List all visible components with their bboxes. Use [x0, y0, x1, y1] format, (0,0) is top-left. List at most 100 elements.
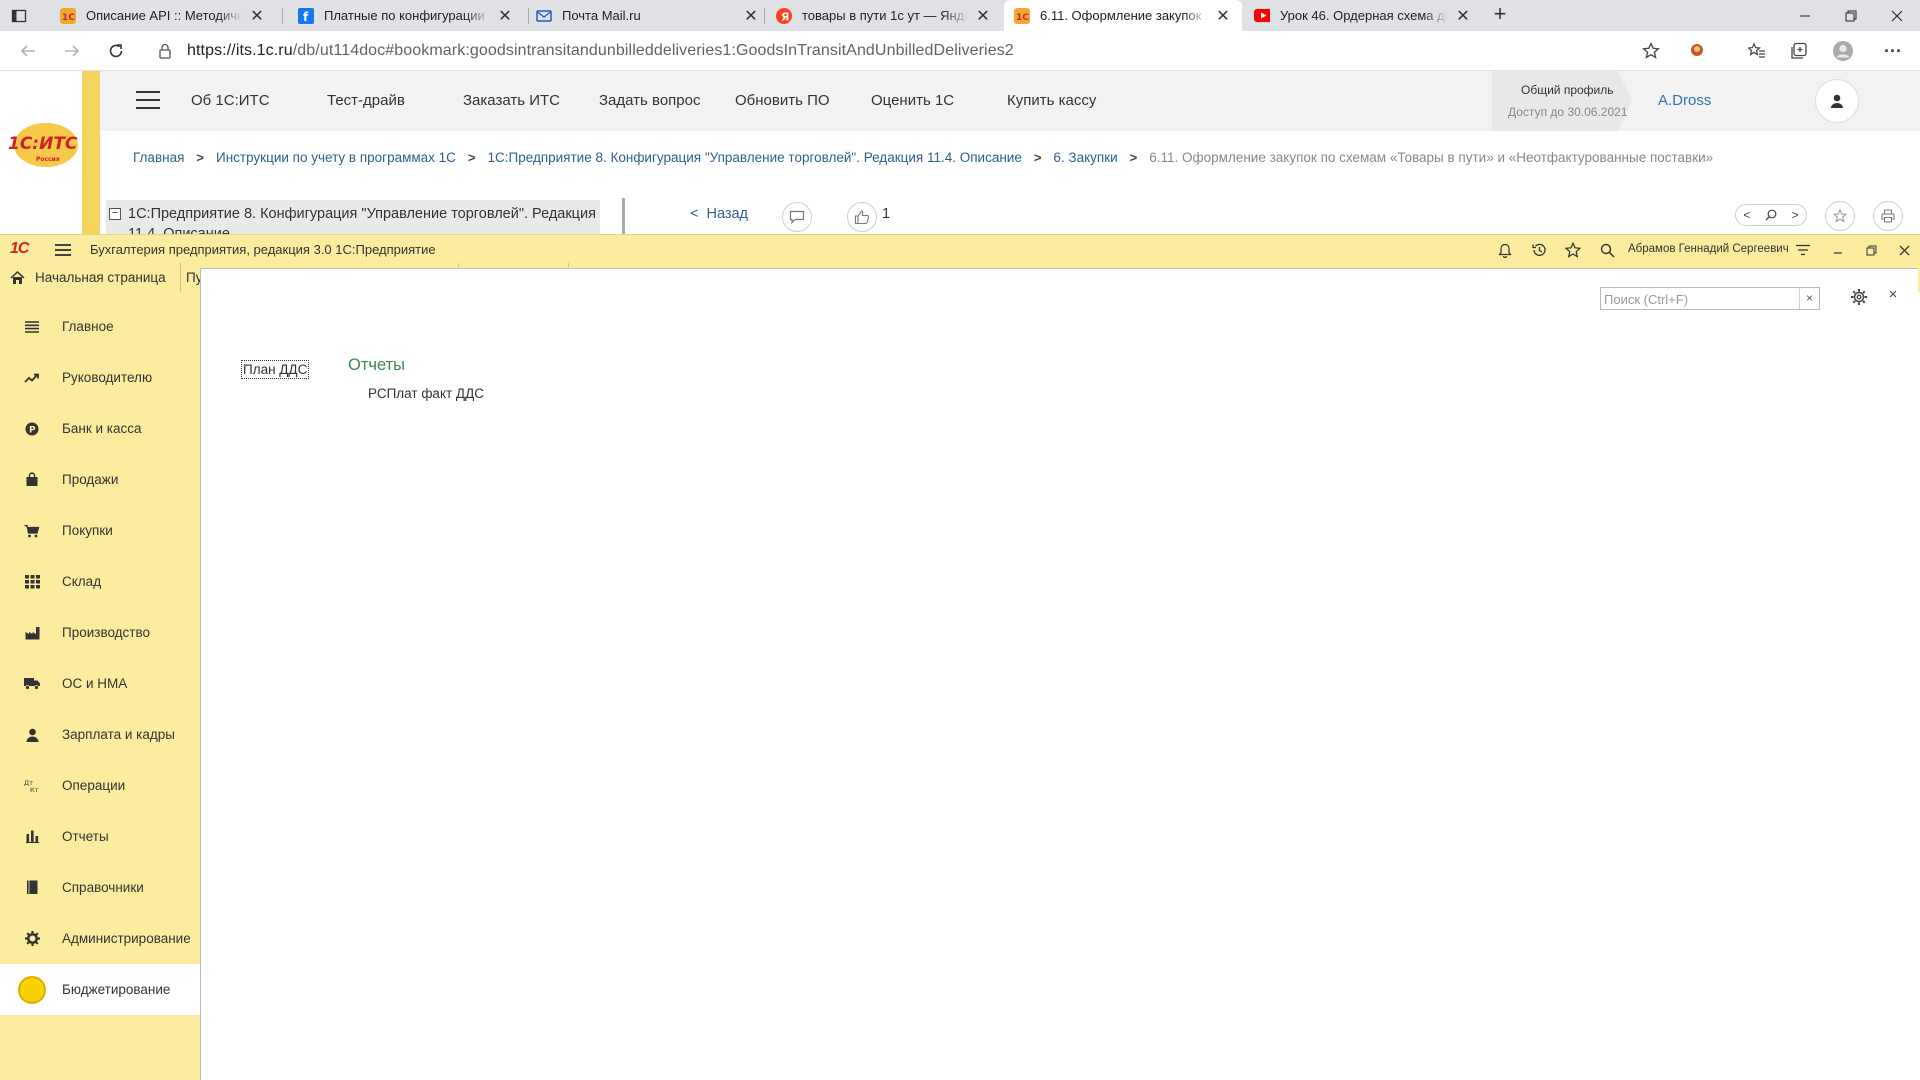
tab-separator — [764, 8, 765, 24]
breadcrumb-item[interactable]: Инструкции по учету в программах 1С — [216, 150, 456, 165]
its-yellow-strip — [82, 71, 100, 234]
close-icon[interactable]: ✕ — [1454, 6, 1472, 26]
close-icon[interactable]: ✕ — [742, 6, 760, 26]
chevron-right-icon[interactable]: > — [1792, 208, 1799, 222]
favorites-icon[interactable] — [1746, 40, 1768, 62]
close-form-icon[interactable]: × — [1884, 286, 1902, 306]
history-icon[interactable] — [1529, 240, 1549, 260]
sun-icon — [18, 975, 46, 1004]
its-menu-about[interactable]: Об 1С:ИТС — [191, 92, 270, 109]
profile-avatar-icon[interactable] — [1832, 40, 1854, 62]
restore-window-icon[interactable] — [1828, 0, 1874, 31]
browser-tab[interactable]: Почта Mail.ru ✕ — [526, 0, 770, 31]
section-bank-cash[interactable]: Р Банк и касса — [0, 403, 200, 454]
browser-tab-active[interactable]: 1С 6.11. Оформление закупок по с ✕ — [1004, 0, 1242, 31]
browser-tab[interactable]: Урок 46. Ордерная схема доку ✕ — [1244, 0, 1482, 31]
section-fixed-assets[interactable]: ОС и НМА — [0, 658, 200, 709]
main-menu-icon[interactable] — [55, 244, 71, 256]
1c-logo[interactable]: 1С — [10, 240, 29, 258]
browser-tab[interactable]: f Платные по конфигурации 1С:Б ✕ — [288, 0, 524, 31]
browser-tab[interactable]: 1С Описание API :: Методическая ✕ — [50, 0, 276, 31]
user-avatar-icon[interactable] — [1815, 79, 1859, 123]
section-directories[interactable]: Справочники — [0, 862, 200, 913]
url-text[interactable]: https://its.1c.ru/db/ut114doc#bookmark:g… — [187, 42, 1014, 60]
section-salary-hr[interactable]: Зарплата и кадры — [0, 709, 200, 760]
extension-icon[interactable] — [1686, 40, 1708, 62]
browser-tab[interactable]: Я товары в пути 1с ут — Яндекс ✕ — [766, 0, 1002, 31]
chevron-left-icon[interactable]: < — [1743, 208, 1750, 222]
favorite-add-icon[interactable] — [1640, 40, 1662, 62]
forward-arrow-icon[interactable] — [60, 39, 84, 63]
close-icon[interactable]: ✕ — [496, 6, 514, 26]
breadcrumb-item[interactable]: 6. Закупки — [1053, 150, 1117, 165]
section-label: Отчеты — [62, 829, 109, 844]
reload-icon[interactable] — [104, 39, 128, 63]
close-icon[interactable]: ✕ — [248, 6, 266, 26]
section-operations[interactable]: Дт Кт Операции — [0, 760, 200, 811]
section-purchases[interactable]: Покупки — [0, 505, 200, 556]
more-options-icon[interactable]: ··· — [1882, 40, 1904, 62]
plan-dds-button[interactable]: План ДДС — [241, 360, 310, 379]
thumbs-up-icon — [854, 210, 870, 225]
section-sales[interactable]: Продажи — [0, 454, 200, 505]
back-arrow-icon[interactable] — [16, 39, 40, 63]
gear-icon[interactable] — [1850, 288, 1870, 308]
chevron-right-icon: > — [196, 150, 204, 165]
youtube-favicon-icon — [1254, 8, 1270, 24]
minimize-icon[interactable] — [1828, 240, 1848, 260]
close-icon[interactable]: ✕ — [974, 6, 992, 26]
its-menu-update[interactable]: Обновить ПО — [735, 92, 830, 109]
minimize-window-icon[interactable] — [1782, 0, 1828, 31]
its-menu-rate[interactable]: Оценить 1С — [871, 92, 954, 109]
its-tree-item[interactable]: − 1С:Предприятие 8. Конфигурация "Управл… — [106, 200, 600, 234]
bell-icon[interactable] — [1495, 240, 1515, 260]
comment-button[interactable] — [782, 202, 812, 232]
breadcrumb-item[interactable]: Главная — [133, 150, 184, 165]
search-icon[interactable] — [1597, 240, 1617, 260]
section-administration[interactable]: Администрирование — [0, 913, 200, 964]
restore-icon[interactable] — [1861, 240, 1881, 260]
its-menu-order[interactable]: Заказать ИТС — [463, 92, 560, 109]
report-link[interactable]: РСПлат факт ДДС — [368, 386, 484, 401]
tab-label: Начальная страница — [35, 270, 166, 285]
1c-user-name[interactable]: Абрамов Геннадий Сергеевич — [1628, 243, 1789, 255]
section-budgeting[interactable]: Бюджетирование — [0, 964, 200, 1015]
search-icon[interactable] — [1765, 209, 1777, 221]
profile-username[interactable]: A.Dross — [1658, 92, 1711, 109]
settings-lines-icon[interactable] — [1793, 240, 1813, 260]
its-menu-test-drive[interactable]: Тест-драйв — [327, 92, 405, 109]
new-tab-button[interactable]: + — [1489, 3, 1511, 26]
clear-search-icon[interactable]: × — [1799, 288, 1819, 309]
section-reports[interactable]: Отчеты — [0, 811, 200, 862]
tree-item-label: 1С:Предприятие 8. Конфигурация "Управлен… — [128, 206, 596, 234]
profile-panel[interactable] — [1492, 71, 1632, 131]
section-main[interactable]: Главное — [0, 301, 200, 352]
1c-title-bar: 1С Бухгалтерия предприятия, редакция 3.0… — [0, 234, 1920, 263]
collections-icon[interactable] — [1788, 40, 1810, 62]
section-manager[interactable]: Руководителю — [0, 352, 200, 403]
panel-splitter[interactable] — [622, 198, 625, 234]
tab-home-page[interactable]: Начальная страница — [0, 263, 200, 292]
hamburger-menu-icon[interactable] — [136, 91, 160, 109]
collapse-icon[interactable]: − — [109, 208, 121, 220]
its-menu-buy-cashbox[interactable]: Купить кассу — [1007, 92, 1096, 109]
its-logo[interactable]: 1С:ИТС Россия — [6, 115, 80, 175]
section-warehouse[interactable]: Склад — [0, 556, 200, 607]
close-icon[interactable]: ✕ — [1214, 6, 1232, 26]
close-icon[interactable] — [1894, 240, 1914, 260]
favorite-button[interactable] — [1825, 201, 1855, 231]
section-production[interactable]: Производство — [0, 607, 200, 658]
back-link[interactable]: < Назад — [690, 206, 748, 222]
print-button[interactable] — [1873, 201, 1903, 231]
search-input[interactable]: Поиск (Ctrl+F) × — [1600, 287, 1820, 310]
tab-actions-icon[interactable] — [10, 7, 28, 25]
like-button[interactable] — [847, 202, 877, 232]
breadcrumb-item[interactable]: 1С:Предприятие 8. Конфигурация "Управлен… — [488, 150, 1022, 165]
lock-icon[interactable] — [158, 43, 172, 59]
its-menu-ask[interactable]: Задать вопрос — [599, 92, 700, 109]
its-logo-subtext: Россия — [36, 156, 60, 163]
close-window-icon[interactable] — [1874, 0, 1920, 31]
star-icon[interactable] — [1563, 240, 1583, 260]
address-bar: https://its.1c.ru/db/ut114doc#bookmark:g… — [0, 31, 1920, 71]
svg-text:Я: Я — [781, 10, 789, 23]
